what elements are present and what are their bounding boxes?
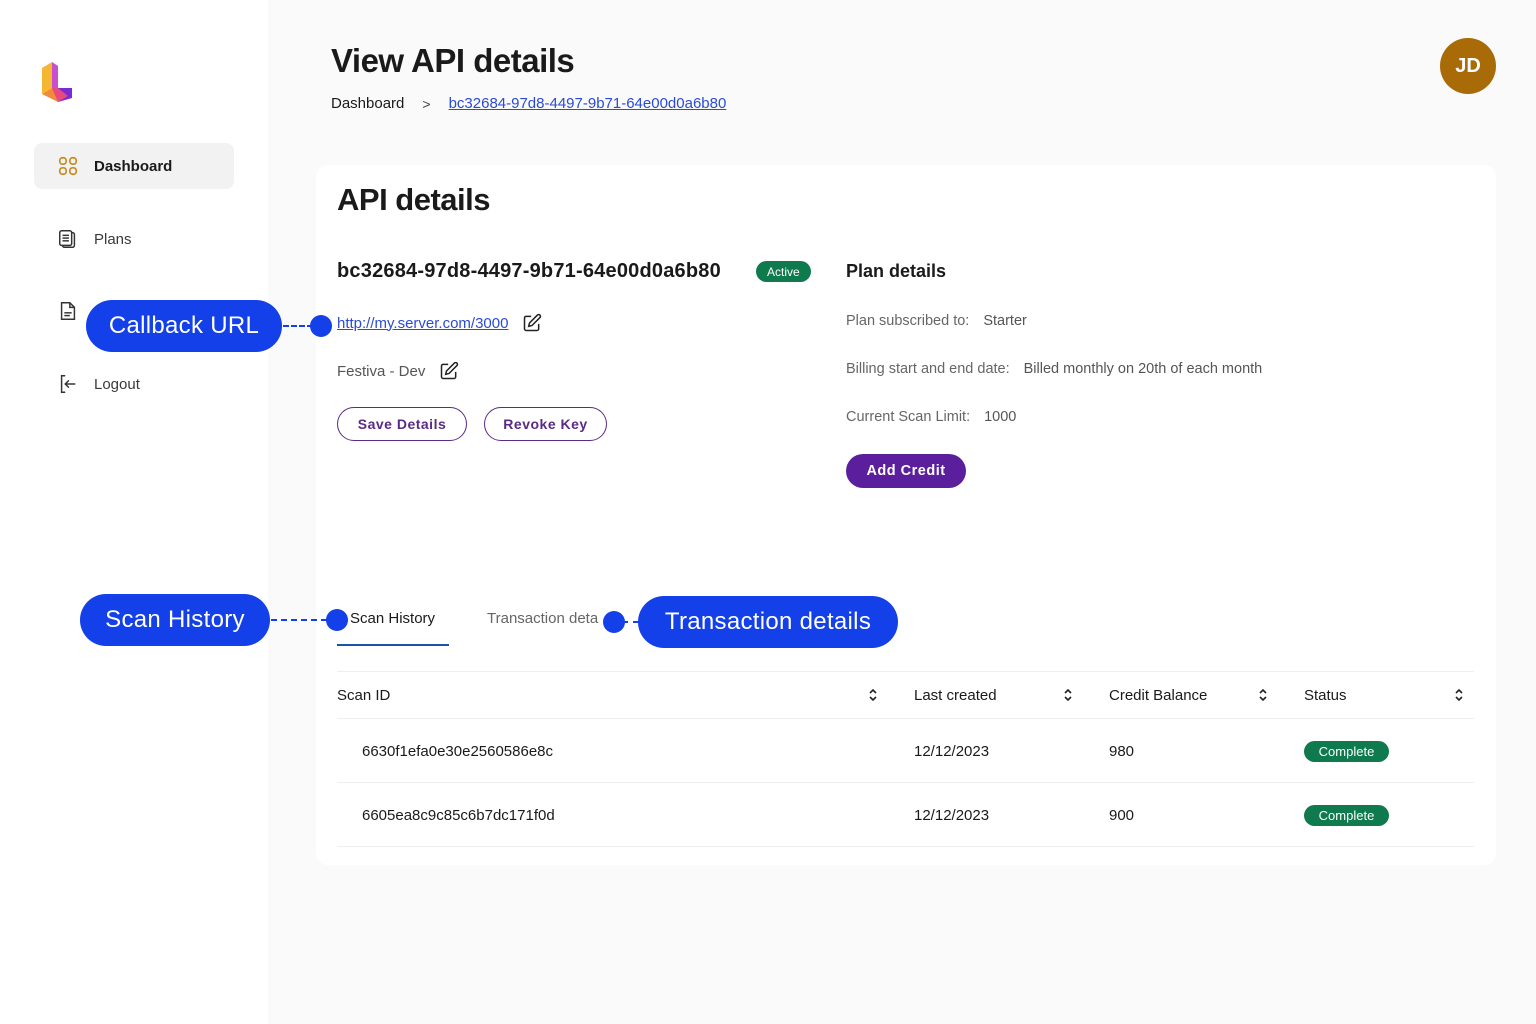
scan-history-table: Scan ID Last created Credit Balance Stat…	[337, 672, 1474, 847]
card-title: API details	[337, 182, 491, 217]
plan-row-value: Starter	[983, 313, 1027, 329]
plan-row-value: 1000	[984, 409, 1017, 425]
page-title: View API details	[331, 42, 575, 79]
sidebar-item-label: Logout	[94, 375, 140, 393]
app-name-row: Festiva - Dev	[337, 361, 459, 381]
callback-url-row: http://my.server.com/3000	[337, 313, 542, 333]
sidebar-item-dashboard[interactable]: Dashboard	[34, 143, 234, 189]
cell-last-created: 12/12/2023	[914, 743, 990, 760]
breadcrumb: Dashboard > bc32684-97d8-4497-9b71-64e00…	[331, 95, 726, 112]
sidebar: Dashboard Plans Logout	[0, 0, 268, 1024]
cell-scan-id: 6630f1efa0e30e2560586e8c	[362, 743, 554, 760]
add-credit-button[interactable]: Add Credit	[846, 454, 966, 488]
status-badge: Active	[756, 261, 811, 282]
callout-callback-url: Callback URL	[86, 300, 282, 352]
active-tab-indicator	[337, 644, 449, 646]
plan-row-value: Billed monthly on 20th of each month	[1023, 361, 1263, 377]
sidebar-item-plans[interactable]: Plans	[34, 216, 234, 262]
breadcrumb-current-link[interactable]: bc32684-97d8-4497-9b71-64e00d0a6b80	[449, 95, 727, 112]
api-key-id: bc32684-97d8-4497-9b71-64e00d0a6b80	[337, 260, 721, 282]
plan-row-label: Current Scan Limit:	[846, 409, 971, 425]
tabs: Scan History Transaction deta	[337, 595, 1474, 646]
callout-connector	[271, 619, 327, 621]
cell-last-created: 12/12/2023	[914, 807, 990, 824]
callout-connector	[283, 325, 313, 327]
sort-icon[interactable]	[1454, 687, 1464, 703]
user-avatar[interactable]: JD	[1440, 38, 1496, 94]
plan-row: Billing start and end date: Billed month…	[846, 361, 1262, 377]
table-row[interactable]: 6630f1efa0e30e2560586e8c 12/12/2023 980 …	[337, 719, 1474, 783]
cell-credit-balance: 900	[1109, 807, 1135, 824]
tab-scan-history[interactable]: Scan History	[350, 610, 435, 627]
callout-transaction-details: Transaction details	[638, 596, 898, 648]
column-header-credit-balance[interactable]: Credit Balance	[1109, 687, 1207, 704]
plan-row-label: Billing start and end date:	[846, 361, 1010, 377]
table-header: Scan ID Last created Credit Balance Stat…	[337, 672, 1474, 719]
callout-marker-dot	[326, 609, 348, 631]
edit-icon[interactable]	[522, 313, 542, 333]
sidebar-item-label: Dashboard	[94, 157, 173, 175]
callout-marker-dot	[310, 315, 332, 337]
api-details-card: API details bc32684-97d8-4497-9b71-64e00…	[316, 165, 1496, 865]
logout-icon	[56, 372, 80, 396]
plan-row: Plan subscribed to: Starter	[846, 313, 1027, 329]
table-row[interactable]: 6605ea8c9c85c6b7dc171f0d 12/12/2023 900 …	[337, 783, 1474, 847]
sidebar-item-label: Plans	[94, 230, 132, 248]
callout-scan-history: Scan History	[80, 594, 270, 646]
column-header-status[interactable]: Status	[1304, 687, 1347, 704]
plan-details-title: Plan details	[846, 261, 947, 281]
status-badge: Complete	[1304, 805, 1389, 826]
clipboard-icon	[56, 227, 80, 251]
chevron-right-icon: >	[422, 95, 431, 112]
callout-connector	[622, 621, 639, 623]
app-logo-icon[interactable]	[38, 58, 78, 106]
status-badge: Complete	[1304, 741, 1389, 762]
sort-icon[interactable]	[868, 687, 878, 703]
plan-row: Current Scan Limit: 1000	[846, 409, 1016, 425]
app-name: Festiva - Dev	[337, 362, 426, 380]
grid-icon	[56, 154, 80, 178]
sort-icon[interactable]	[1258, 687, 1268, 703]
breadcrumb-home[interactable]: Dashboard	[331, 95, 404, 112]
sort-icon[interactable]	[1063, 687, 1073, 703]
callback-url-link[interactable]: http://my.server.com/3000	[337, 315, 508, 332]
cell-credit-balance: 980	[1109, 743, 1135, 760]
tab-transaction-details[interactable]: Transaction deta	[487, 610, 598, 627]
column-header-last-created[interactable]: Last created	[914, 687, 997, 704]
sidebar-item-logout[interactable]: Logout	[34, 361, 234, 407]
revoke-key-button[interactable]: Revoke Key	[484, 407, 607, 441]
document-icon	[56, 299, 80, 323]
edit-icon[interactable]	[439, 361, 459, 381]
save-details-button[interactable]: Save Details	[337, 407, 467, 441]
plan-row-label: Plan subscribed to:	[846, 313, 970, 329]
cell-scan-id: 6605ea8c9c85c6b7dc171f0d	[362, 807, 555, 824]
column-header-scan-id[interactable]: Scan ID	[337, 687, 390, 704]
